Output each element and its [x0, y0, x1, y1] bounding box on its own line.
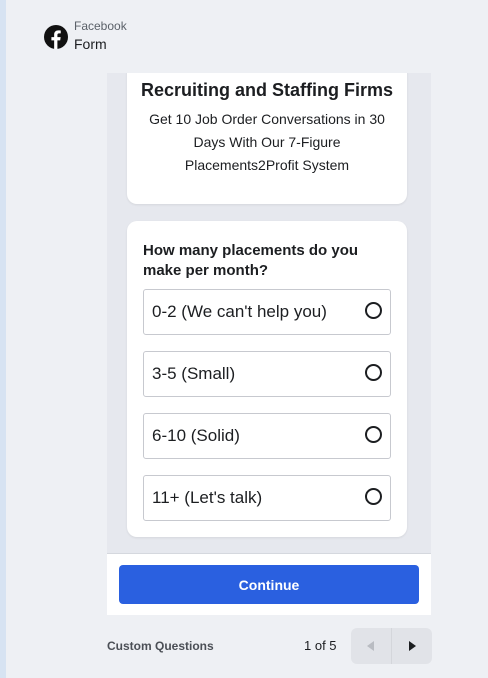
brand-label: Facebook [74, 19, 127, 33]
option-label: 11+ (Let's talk) [152, 488, 263, 507]
question-card: How many placements do you make per mont… [127, 221, 407, 537]
option-label: 6-10 (Solid) [152, 426, 240, 445]
form-header: Facebook Form [44, 18, 127, 52]
radio-button[interactable] [365, 302, 382, 319]
intro-card: Recruiting and Staffing Firms Get 10 Job… [127, 73, 407, 204]
question-title: How many placements do you make per mont… [143, 242, 359, 279]
page-indicator: 1 of 5 [304, 638, 337, 653]
intro-title: Recruiting and Staffing Firms [140, 80, 394, 100]
left-edge-strip [0, 0, 6, 678]
option-label: 3-5 (Small) [152, 364, 236, 383]
section-label: Custom Questions [107, 639, 214, 653]
radio-button[interactable] [365, 364, 382, 381]
facebook-logo-icon [44, 25, 68, 49]
triangle-right-icon [409, 641, 416, 651]
previous-page-button[interactable] [351, 628, 391, 664]
answer-option[interactable]: 0-2 (We can't help you) [143, 289, 391, 335]
answer-option[interactable]: 11+ (Let's talk) [143, 475, 391, 521]
pager-bar: Custom Questions 1 of 5 [107, 628, 432, 664]
continue-button[interactable]: Continue [119, 565, 419, 604]
answer-option[interactable]: 6-10 (Solid) [143, 413, 391, 459]
triangle-left-icon [367, 641, 374, 651]
radio-button[interactable] [365, 488, 382, 505]
answer-option[interactable]: 3-5 (Small) [143, 351, 391, 397]
form-footer: Continue [107, 553, 431, 615]
form-preview[interactable]: Recruiting and Staffing Firms Get 10 Job… [107, 73, 431, 553]
form-type-label: Form [74, 36, 107, 52]
radio-button[interactable] [365, 426, 382, 443]
next-page-button[interactable] [391, 628, 432, 664]
option-label: 0-2 (We can't help you) [152, 302, 327, 321]
intro-description: Get 10 Job Order Conversations in 30 Day… [149, 111, 385, 173]
